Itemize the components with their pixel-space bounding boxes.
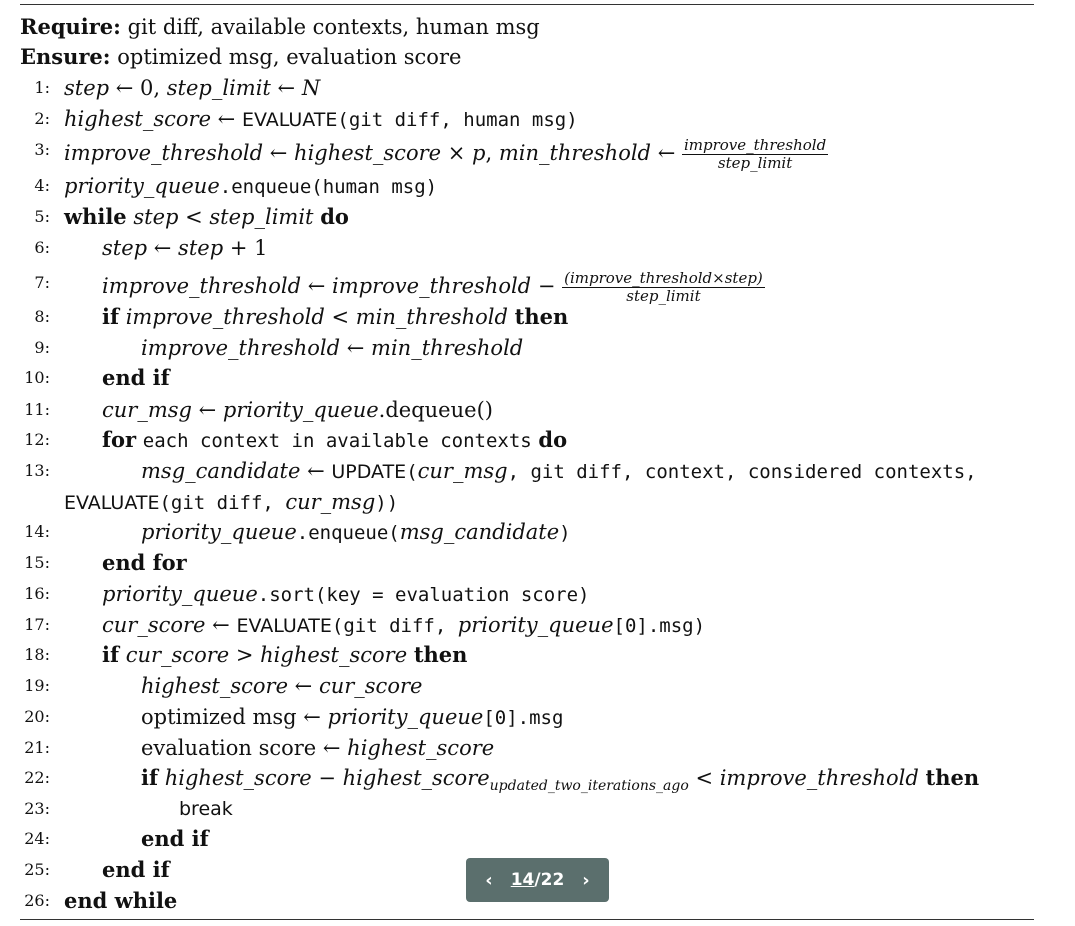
fraction: (improve_threshold×step) step_limit — [562, 269, 765, 305]
chevron-left-icon[interactable]: ‹ — [485, 870, 492, 891]
bottom-rule — [20, 919, 1034, 920]
line-number: 22: — [24, 768, 50, 787]
page-navigator: ‹ 14/22 › — [466, 858, 609, 902]
line-number: 21: — [24, 738, 50, 757]
line-number: 2: — [34, 109, 50, 128]
line-number: 20: — [24, 707, 50, 726]
line-number: 19: — [24, 676, 50, 695]
top-rule — [20, 4, 1034, 5]
line-number: 13: — [24, 461, 50, 480]
line-number: 4: — [34, 176, 50, 195]
line-number: 26: — [24, 891, 50, 910]
line-number: 3: — [34, 140, 50, 159]
line-number: 7: — [34, 273, 50, 292]
line-number: 8: — [34, 307, 50, 326]
total-pages: 22 — [540, 870, 565, 890]
line-number: 5: — [34, 207, 50, 226]
line-number: 23: — [24, 799, 50, 818]
line-number: 1: — [34, 78, 50, 97]
line-number: 12: — [24, 430, 50, 449]
line-number: 16: — [24, 584, 50, 603]
require-line: Require: git diff, available contexts, h… — [20, 14, 540, 40]
line-number: 9: — [34, 338, 50, 357]
current-page[interactable]: 14 — [511, 870, 535, 890]
line-number: 10: — [24, 368, 50, 387]
line-number: 18: — [24, 645, 50, 664]
line-number: 11: — [24, 400, 50, 419]
line-number: 15: — [24, 553, 50, 572]
ensure-text: optimized msg, evaluation score — [117, 45, 462, 69]
fraction: improve_threshold step_limit — [681, 136, 829, 172]
ensure-label: Ensure: — [20, 44, 111, 69]
chevron-right-icon[interactable]: › — [582, 870, 589, 891]
require-label: Require: — [20, 14, 121, 39]
line-number: 6: — [34, 238, 50, 257]
line-number: 24: — [24, 829, 50, 848]
require-text: git diff, available contexts, human msg — [127, 15, 540, 39]
page-indicator: 14/22 — [511, 870, 565, 890]
ensure-line: Ensure: optimized msg, evaluation score — [20, 44, 461, 70]
line-number: 17: — [24, 615, 50, 634]
line-number: 14: — [24, 522, 50, 541]
line-number: 25: — [24, 860, 50, 879]
